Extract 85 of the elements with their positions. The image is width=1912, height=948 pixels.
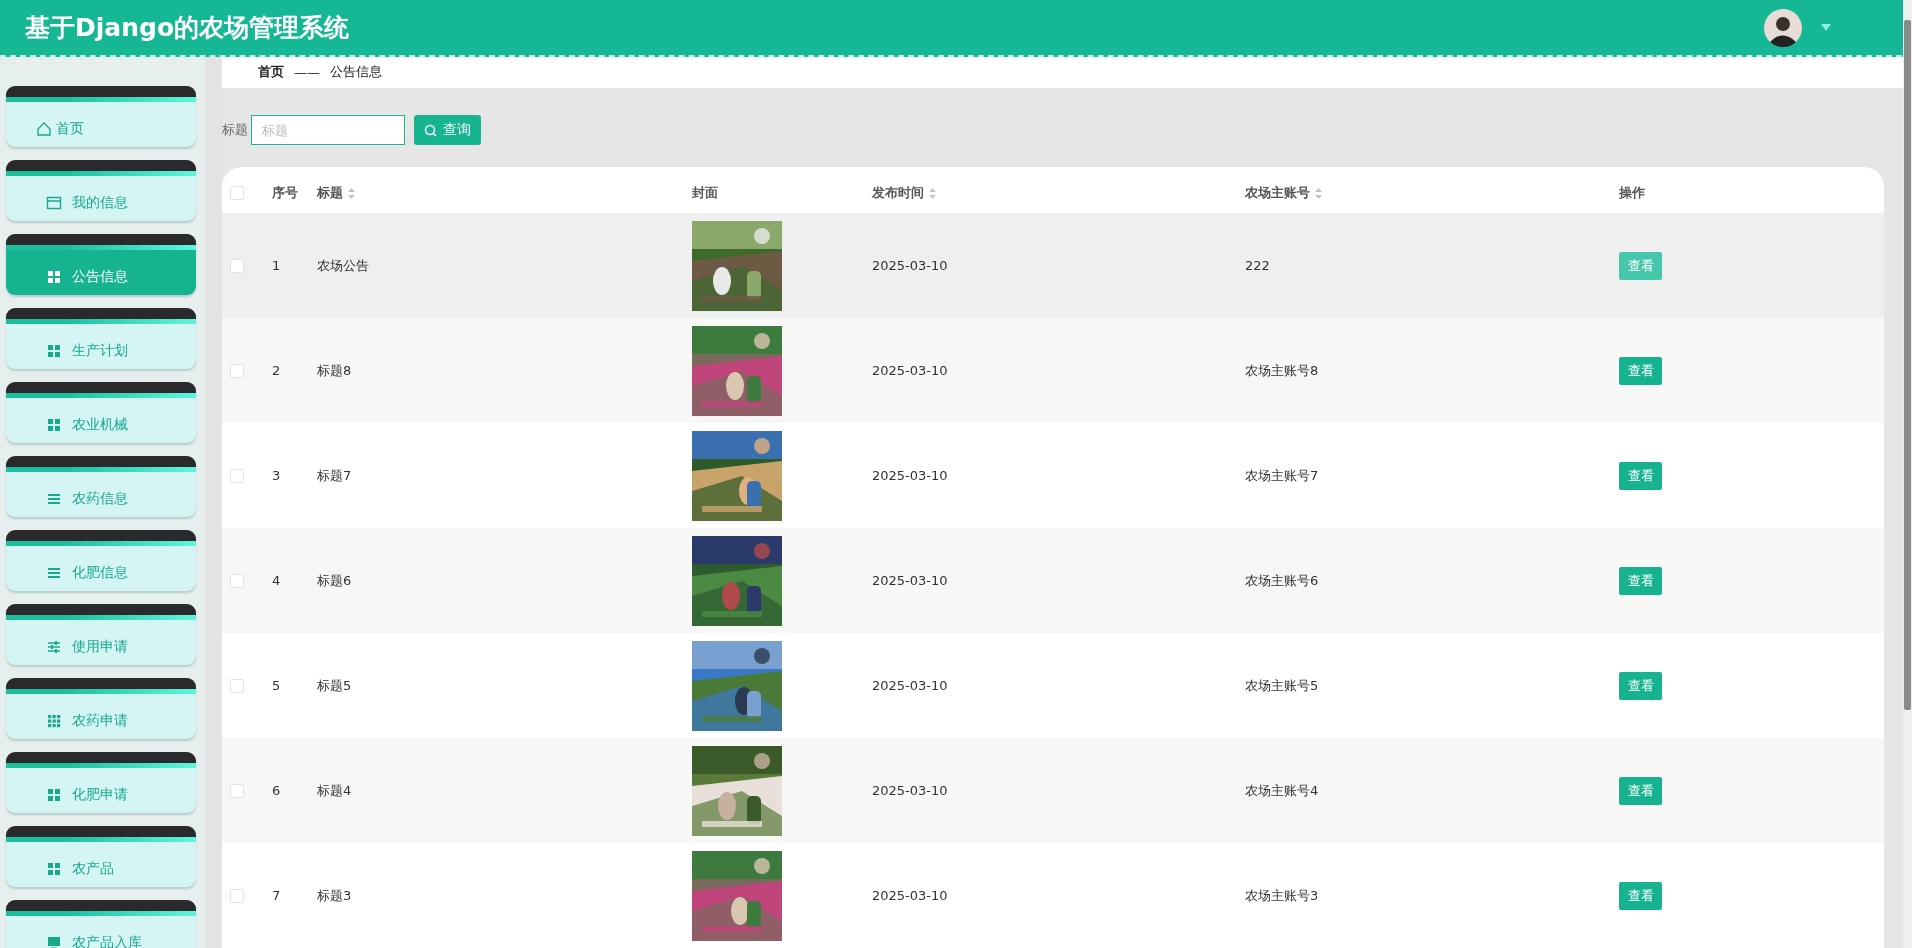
grid-icon	[46, 268, 62, 285]
table-cell: 2025-03-10	[872, 258, 948, 273]
table-cell: 标题6	[317, 572, 352, 588]
breadcrumb-link[interactable]: 首页	[258, 63, 284, 82]
table-cell: 农场主账号7	[1245, 467, 1319, 483]
table-cell: 4	[272, 573, 281, 588]
sort-icon[interactable]	[929, 187, 936, 199]
table-cell: 标题7	[317, 467, 352, 483]
table-cell: 5	[272, 678, 281, 693]
table-cell: 2025-03-10	[872, 468, 948, 483]
row-checkbox[interactable]	[230, 363, 244, 378]
table-cell: 222	[1245, 258, 1270, 273]
row-checkbox[interactable]	[230, 888, 244, 903]
grid-icon	[46, 342, 62, 359]
sidebar-item[interactable]: 化肥信息	[6, 530, 196, 591]
row-checkbox[interactable]	[230, 678, 244, 693]
select-all-checkbox[interactable]	[230, 186, 244, 200]
grid-icon	[46, 786, 62, 803]
caret-icon[interactable]	[1820, 22, 1832, 33]
home-icon	[36, 120, 52, 137]
column-header[interactable]: 标题	[317, 184, 343, 202]
sidebar-item[interactable]: 农产品入库	[6, 900, 196, 948]
view-button[interactable]: 查看	[1619, 251, 1662, 280]
search-label: 标题	[222, 121, 248, 140]
scrollbar[interactable]	[1903, 0, 1912, 948]
monitor-icon	[46, 934, 62, 948]
sidebar-item[interactable]: 生产计划	[6, 308, 196, 369]
search-button[interactable]: 查询	[414, 115, 481, 146]
sidebar-item[interactable]: 农药信息	[6, 456, 196, 517]
sort-icon[interactable]	[348, 187, 355, 199]
sort-icon[interactable]	[1315, 187, 1322, 199]
column-header: 操作	[1619, 184, 1645, 202]
breadcrumb-current: 公告信息	[330, 63, 382, 82]
table-cell: 标题8	[317, 362, 352, 378]
table-cell: 2025-03-10	[872, 783, 948, 798]
table-cell: 农场主账号3	[1245, 887, 1319, 903]
card-icon	[46, 194, 62, 211]
table-cell: 6	[272, 783, 281, 798]
table-cell: 农场主账号6	[1245, 572, 1319, 588]
sidebar-item[interactable]: 公告信息	[6, 234, 196, 295]
table-cell: 标题4	[317, 782, 352, 798]
table-cell: 2025-03-10	[872, 888, 948, 903]
sliders-icon	[46, 638, 62, 655]
app-title: 基于Django的农场管理系统	[25, 12, 351, 44]
grid-icon	[46, 416, 62, 433]
title-search-field[interactable]: 标题	[251, 115, 405, 146]
table-cell: 2025-03-10	[872, 573, 948, 588]
table-cell: 农场主账号5	[1245, 677, 1319, 693]
row-checkbox[interactable]	[230, 468, 244, 483]
sidebar-item[interactable]: 我的信息	[6, 160, 196, 221]
column-header: 序号	[272, 184, 298, 202]
table-cell: 1	[272, 258, 281, 273]
sidebar-item[interactable]: 首页	[6, 86, 196, 147]
sidebar-item[interactable]: 化肥申请	[6, 752, 196, 813]
table-cell: 7	[272, 888, 281, 903]
sidebar-item[interactable]: 农产品	[6, 826, 196, 887]
column-header[interactable]: 发布时间	[872, 184, 924, 202]
view-button[interactable]: 查看	[1619, 566, 1662, 595]
search-icon	[424, 123, 437, 137]
sidebar-item[interactable]: 使用申请	[6, 604, 196, 665]
table-cell: 3	[272, 468, 281, 483]
breadcrumb-separator: ——	[294, 64, 320, 80]
table-cell: 2025-03-10	[872, 678, 948, 693]
table-cell: 标题3	[317, 887, 352, 903]
column-header: 封面	[692, 184, 718, 202]
row-checkbox[interactable]	[230, 573, 244, 588]
sidebar-item[interactable]: 农药申请	[6, 678, 196, 739]
view-button[interactable]: 查看	[1619, 671, 1662, 700]
view-button[interactable]: 查看	[1619, 776, 1662, 805]
table-cell: 标题5	[317, 677, 352, 693]
view-button[interactable]: 查看	[1619, 881, 1662, 910]
table-cell: 农场公告	[317, 257, 369, 273]
table-cell: 农场主账号8	[1245, 362, 1319, 378]
table-cell: 农场主账号4	[1245, 782, 1319, 798]
table-cell: 2	[272, 363, 281, 378]
row-checkbox[interactable]	[230, 258, 244, 273]
view-button[interactable]: 查看	[1619, 356, 1662, 385]
avatar-icon[interactable]	[1764, 8, 1802, 47]
view-button[interactable]: 查看	[1619, 461, 1662, 490]
table-cell: 2025-03-10	[872, 363, 948, 378]
dots-grid-icon	[46, 712, 62, 729]
row-checkbox[interactable]	[230, 783, 244, 798]
sidebar-item[interactable]: 农业机械	[6, 382, 196, 443]
column-header[interactable]: 农场主账号	[1245, 184, 1310, 202]
grid-icon	[46, 860, 62, 877]
